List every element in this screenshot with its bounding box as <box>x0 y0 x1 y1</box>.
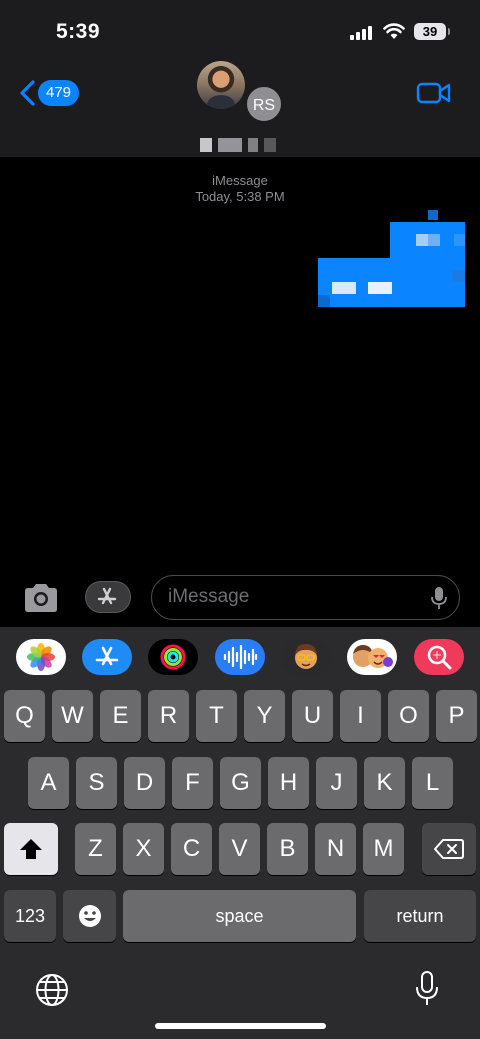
facetime-video-icon[interactable] <box>416 80 452 106</box>
audio-waveform-icon <box>223 644 258 670</box>
numbers-key[interactable]: 123 <box>4 890 56 942</box>
key-e[interactable]: E <box>100 690 141 742</box>
camera-icon[interactable] <box>22 583 60 613</box>
back-button[interactable]: 479 <box>18 78 80 108</box>
key-k[interactable]: K <box>364 757 405 809</box>
key-q[interactable]: Q <box>4 690 45 742</box>
status-time: 5:39 <box>56 20 101 43</box>
sent-message-bubble-redacted[interactable] <box>318 210 465 307</box>
key-x[interactable]: X <box>123 823 164 875</box>
memoji-app-icon[interactable] <box>281 639 331 675</box>
key-f[interactable]: F <box>172 757 213 809</box>
key-i[interactable]: I <box>340 690 381 742</box>
key-s[interactable]: S <box>76 757 117 809</box>
key-n[interactable]: N <box>315 823 356 875</box>
cellular-signal-icon <box>350 26 372 40</box>
key-u[interactable]: U <box>292 690 333 742</box>
message-input[interactable] <box>168 576 408 618</box>
contact-avatar-initials[interactable]: RS <box>245 85 283 123</box>
key-c[interactable]: C <box>171 823 212 875</box>
status-bar: 5:39 39 <box>0 18 480 48</box>
key-p[interactable]: P <box>436 690 477 742</box>
message-input-field[interactable] <box>151 575 460 620</box>
memoji-icon <box>295 644 317 669</box>
conversation-header: 5:39 39 479 RS <box>0 0 480 157</box>
audio-message-app-icon[interactable] <box>215 639 265 675</box>
keyboard: QWERTYUIOP ASDFGHJKL ZXCVBNM 123 space r… <box>0 627 480 1039</box>
key-z[interactable]: Z <box>75 823 116 875</box>
key-v[interactable]: V <box>219 823 260 875</box>
delete-key[interactable] <box>422 823 476 875</box>
backspace-icon <box>434 839 464 859</box>
shift-arrow-icon <box>20 839 42 859</box>
key-y[interactable]: Y <box>244 690 285 742</box>
contact-avatar-photo[interactable] <box>197 61 245 109</box>
image-search-app-icon[interactable] <box>414 639 464 675</box>
photos-icon <box>27 643 55 671</box>
activity-icon <box>160 644 186 670</box>
key-d[interactable]: D <box>124 757 165 809</box>
key-g[interactable]: G <box>220 757 261 809</box>
key-t[interactable]: T <box>196 690 237 742</box>
emoji-key[interactable] <box>63 890 116 942</box>
home-indicator <box>155 1023 326 1029</box>
memoji-stickers-icon <box>353 645 393 668</box>
app-store-toggle-button[interactable] <box>85 581 131 613</box>
shift-key[interactable] <box>4 823 58 875</box>
space-key[interactable]: space <box>123 890 356 942</box>
image-search-icon <box>427 645 452 670</box>
memoji-stickers-app-icon[interactable] <box>347 639 397 675</box>
key-m[interactable]: M <box>363 823 404 875</box>
wifi-icon <box>383 23 405 39</box>
imessage-app-strip <box>0 639 480 679</box>
app-store-icon <box>97 587 117 605</box>
message-meta: iMessage Today, 5:38 PM <box>0 173 480 205</box>
battery-indicator: 39 <box>414 23 450 40</box>
app-store-icon <box>95 646 119 666</box>
globe-icon[interactable] <box>35 973 69 1007</box>
key-a[interactable]: A <box>28 757 69 809</box>
key-l[interactable]: L <box>412 757 453 809</box>
unread-count-badge: 479 <box>38 80 80 106</box>
emoji-icon <box>78 905 101 927</box>
message-timestamp: Today, 5:38 PM <box>195 189 285 204</box>
contact-name-redacted[interactable] <box>200 131 306 159</box>
dictation-mic-icon[interactable] <box>414 970 440 1008</box>
photos-app-icon[interactable] <box>16 639 66 675</box>
key-w[interactable]: W <box>52 690 93 742</box>
key-h[interactable]: H <box>268 757 309 809</box>
key-r[interactable]: R <box>148 690 189 742</box>
key-b[interactable]: B <box>267 823 308 875</box>
dictation-mic-icon[interactable] <box>431 586 447 610</box>
service-label: iMessage <box>212 173 268 188</box>
key-o[interactable]: O <box>388 690 429 742</box>
app-store-app-icon[interactable] <box>82 639 132 675</box>
key-j[interactable]: J <box>316 757 357 809</box>
chevron-left-icon <box>20 80 35 106</box>
activity-app-icon[interactable] <box>148 639 198 675</box>
return-key[interactable]: return <box>364 890 476 942</box>
